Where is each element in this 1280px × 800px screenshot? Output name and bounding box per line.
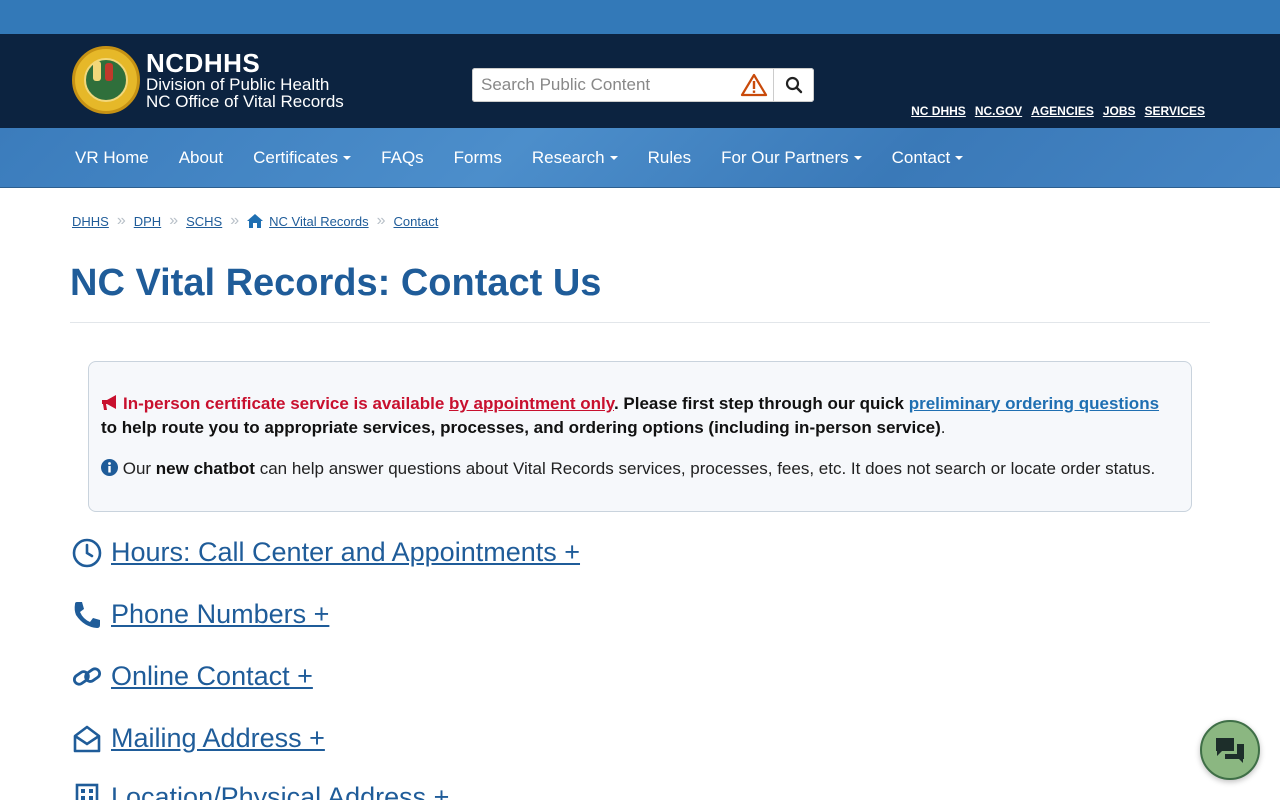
nav-item-for-our-partners[interactable]: For Our Partners bbox=[706, 128, 877, 188]
online-contact-link[interactable]: Online Contact + bbox=[111, 661, 313, 692]
section-hours: Hours: Call Center and Appointments + bbox=[72, 537, 580, 568]
main-nav: VR Home About Certificates FAQs Forms Re… bbox=[0, 128, 1280, 188]
util-link-services[interactable]: SERVICES bbox=[1145, 104, 1205, 118]
chevron-right-icon: » bbox=[169, 212, 179, 229]
search-box bbox=[472, 68, 814, 102]
ncdhhs-logo[interactable]: NCDHHS Division of Public Health NC Offi… bbox=[72, 46, 344, 114]
notice-bold-text: . Please first step through our quick bbox=[613, 394, 909, 413]
util-link-agencies[interactable]: AGENCIES bbox=[1031, 104, 1094, 118]
info-icon bbox=[101, 459, 118, 476]
breadcrumb-contact[interactable]: Contact bbox=[394, 214, 439, 229]
top-strip bbox=[0, 0, 1280, 34]
notice-chatbot: Our new chatbot can help answer question… bbox=[101, 457, 1179, 481]
clock-icon bbox=[72, 538, 102, 568]
page-title: NC Vital Records: Contact Us bbox=[70, 262, 602, 304]
appointment-link[interactable]: by appointment only bbox=[449, 394, 614, 413]
breadcrumb-dhhs[interactable]: DHHS bbox=[72, 214, 109, 229]
building-icon bbox=[72, 783, 102, 800]
notice-red-text: In-person certificate service is availab… bbox=[123, 394, 449, 413]
hours-link[interactable]: Hours: Call Center and Appointments + bbox=[111, 537, 580, 568]
notice-period: . bbox=[940, 418, 946, 437]
breadcrumb: DHHS » DPH » SCHS » NC Vital Records » C… bbox=[72, 212, 438, 230]
caret-down-icon bbox=[853, 155, 862, 160]
nav-item-research[interactable]: Research bbox=[517, 128, 633, 188]
chat-icon bbox=[1216, 738, 1244, 763]
warning-icon[interactable] bbox=[740, 73, 768, 97]
nav-item-contact[interactable]: Contact bbox=[877, 128, 979, 188]
logo-text: NCDHHS Division of Public Health NC Offi… bbox=[146, 50, 344, 110]
chatbot-prefix: Our bbox=[118, 459, 156, 478]
search-button[interactable] bbox=[773, 68, 814, 102]
search-icon bbox=[785, 76, 802, 94]
util-link-nc-dhhs[interactable]: NC DHHS bbox=[911, 104, 966, 118]
utility-links: NC DHHS NC.GOV AGENCIES JOBS SERVICES bbox=[911, 104, 1205, 118]
breadcrumb-dph[interactable]: DPH bbox=[134, 214, 161, 229]
title-divider bbox=[70, 322, 1210, 323]
link-icon bbox=[72, 662, 102, 692]
caret-down-icon bbox=[609, 155, 618, 160]
bullhorn-icon bbox=[102, 395, 116, 410]
mailing-address-link[interactable]: Mailing Address + bbox=[111, 723, 325, 754]
breadcrumb-schs[interactable]: SCHS bbox=[186, 214, 222, 229]
chevron-right-icon: » bbox=[116, 212, 126, 229]
logo-division: Division of Public Health bbox=[146, 75, 330, 94]
section-location: Location/Physical Address + bbox=[72, 782, 449, 800]
nav-item-rules[interactable]: Rules bbox=[633, 128, 706, 188]
chevron-right-icon: » bbox=[376, 212, 386, 229]
envelope-icon bbox=[72, 724, 102, 754]
nav-item-faqs[interactable]: FAQs bbox=[366, 128, 439, 188]
chevron-right-icon: » bbox=[230, 212, 240, 229]
chatbot-button[interactable] bbox=[1200, 720, 1260, 780]
phone-icon bbox=[72, 600, 102, 630]
notice-appointment: In-person certificate service is availab… bbox=[101, 392, 1179, 440]
logo-org: NCDHHS bbox=[146, 48, 261, 78]
logo-office: NC Office of Vital Records bbox=[146, 92, 344, 111]
phone-numbers-link[interactable]: Phone Numbers + bbox=[111, 599, 329, 630]
notice-bold-text-2: to help route you to appropriate service… bbox=[101, 418, 941, 437]
util-link-jobs[interactable]: JOBS bbox=[1103, 104, 1136, 118]
home-icon bbox=[247, 214, 264, 228]
search-input[interactable] bbox=[472, 68, 773, 102]
chatbot-rest: can help answer questions about Vital Re… bbox=[254, 459, 1156, 478]
location-address-link[interactable]: Location/Physical Address + bbox=[111, 782, 449, 800]
section-phone: Phone Numbers + bbox=[72, 599, 329, 630]
preliminary-questions-link[interactable]: preliminary ordering questions bbox=[909, 394, 1159, 413]
notice-box: In-person certificate service is availab… bbox=[88, 361, 1192, 512]
nav-item-forms[interactable]: Forms bbox=[439, 128, 517, 188]
nav-item-vr-home[interactable]: VR Home bbox=[60, 128, 164, 188]
section-online: Online Contact + bbox=[72, 661, 313, 692]
nav-item-about[interactable]: About bbox=[164, 128, 238, 188]
caret-down-icon bbox=[955, 155, 964, 160]
chatbot-bold: new chatbot bbox=[155, 459, 255, 478]
nav-item-certificates[interactable]: Certificates bbox=[238, 128, 366, 188]
breadcrumb-nc-vital-records[interactable]: NC Vital Records bbox=[269, 214, 368, 229]
nc-seal-icon bbox=[72, 46, 140, 114]
caret-down-icon bbox=[343, 155, 352, 160]
site-header: NCDHHS Division of Public Health NC Offi… bbox=[0, 34, 1280, 128]
util-link-nc-gov[interactable]: NC.GOV bbox=[975, 104, 1022, 118]
section-mailing: Mailing Address + bbox=[72, 723, 325, 754]
